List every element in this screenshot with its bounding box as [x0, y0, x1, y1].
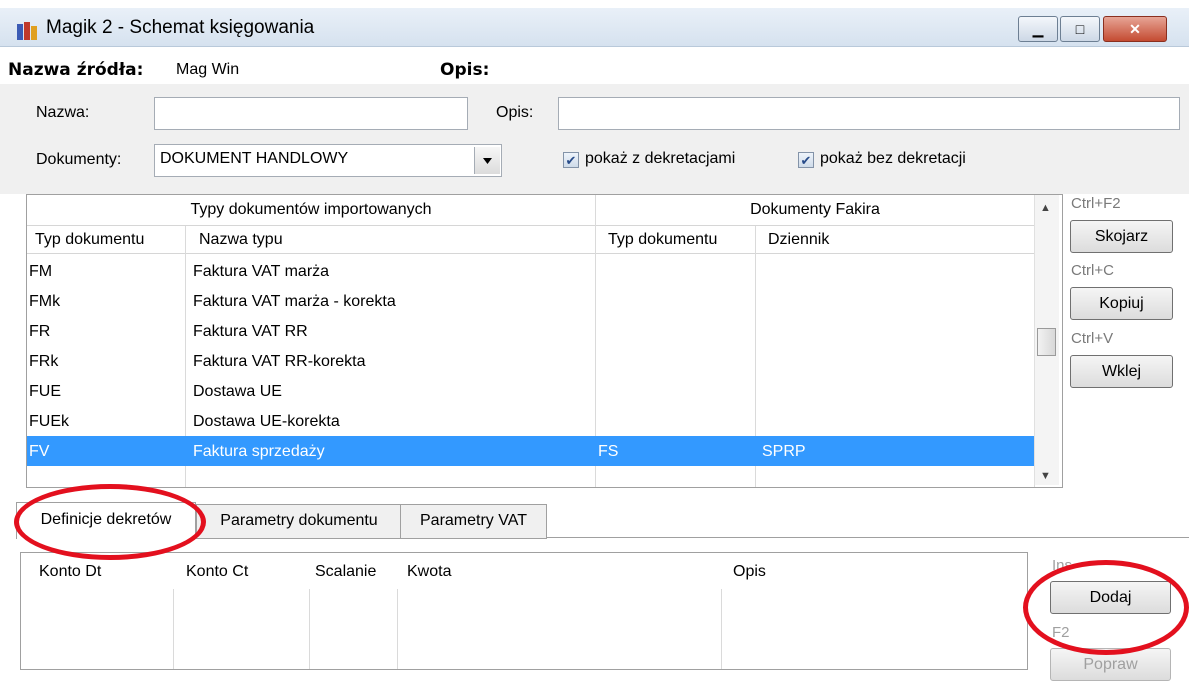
table-cell-nazwa: Faktura VAT RR — [193, 323, 308, 340]
table-cell-nazwa: Dostawa UE-korekta — [193, 413, 340, 430]
table-cell-dziennik: SPRP — [762, 443, 806, 460]
documents-label: Dokumenty: — [36, 151, 122, 168]
paste-button[interactable]: Wklej — [1070, 355, 1173, 388]
chevron-down-icon — [483, 158, 492, 164]
table-cell-typ-fakir — [596, 346, 758, 376]
show-without-decrees-checkbox[interactable]: ✔ — [798, 152, 814, 168]
column-header-fakir-doc-type[interactable]: Typ dokumentu — [596, 226, 756, 254]
description-label: Opis: — [496, 104, 534, 121]
table-cell-dziennik — [756, 406, 1040, 436]
table-row[interactable]: FUEk Dostawa UE-korekta — [27, 406, 1034, 436]
table-cell-nazwa: Faktura sprzedaży — [193, 443, 325, 460]
table-cell-dziennik — [756, 286, 1040, 316]
table-row[interactable]: FV Faktura sprzedaży FS SPRP — [27, 436, 1034, 466]
table-row[interactable]: FUE Dostawa UE — [27, 376, 1034, 406]
table-cell-dziennik — [756, 376, 1040, 406]
table-row[interactable]: FM Faktura VAT marża — [27, 256, 1034, 286]
show-without-decrees-label: pokaż bez dekretacji — [820, 150, 966, 167]
table-cell-typ-fakir: FS — [598, 443, 619, 460]
window-title: Magik 2 - Schemat księgowania — [46, 17, 315, 38]
table-cell-dziennik — [756, 256, 1040, 286]
table-cell-typ: FUE — [29, 383, 61, 400]
table-cell-typ-fakir — [596, 256, 758, 286]
table-cell-dziennik — [756, 346, 1040, 376]
table-cell-nazwa: Faktura VAT marża - korekta — [193, 293, 396, 310]
decrees-grid[interactable]: Konto Dt Konto Ct Scalanie Kwota Opis — [20, 552, 1028, 670]
name-label: Nazwa: — [36, 104, 90, 121]
table-cell-typ: FUEk — [29, 413, 69, 430]
dropdown-arrow-button[interactable] — [474, 147, 500, 174]
annotation-ellipse — [1023, 560, 1189, 655]
column-header-description[interactable]: Opis — [733, 563, 766, 581]
table-cell-typ-fakir — [596, 406, 758, 436]
minimize-button[interactable]: ▁ — [1018, 16, 1058, 42]
maximize-icon: □ — [1075, 21, 1085, 37]
column-header-account-ct[interactable]: Konto Ct — [186, 563, 248, 581]
table-cell-nazwa: Faktura VAT RR-korekta — [193, 353, 366, 370]
name-input[interactable] — [154, 97, 468, 130]
table-row[interactable]: FR Faktura VAT RR — [27, 316, 1034, 346]
associate-button[interactable]: Skojarz — [1070, 220, 1173, 253]
table-cell-typ: FV — [29, 443, 50, 460]
skojarz-shortcut: Ctrl+F2 — [1071, 195, 1121, 212]
documents-selected-value: DOKUMENT HANDLOWY — [160, 150, 349, 167]
source-name-value: Mag Win — [176, 61, 240, 78]
column-header-merge[interactable]: Scalanie — [315, 563, 376, 581]
wklej-shortcut: Ctrl+V — [1071, 330, 1114, 347]
tab-vat-parameters[interactable]: Parametry VAT — [400, 504, 547, 539]
table-cell-typ-fakir — [596, 286, 758, 316]
table-cell-typ: FRk — [29, 353, 59, 370]
copy-button[interactable]: Kopiuj — [1070, 287, 1173, 320]
scroll-up-icon[interactable]: ▲ — [1040, 202, 1051, 214]
column-divider — [721, 589, 722, 669]
table-cell-typ: FR — [29, 323, 51, 340]
table-row[interactable]: FRk Faktura VAT RR-korekta — [27, 346, 1034, 376]
table-cell-typ-fakir — [596, 376, 758, 406]
annotation-ellipse — [14, 484, 206, 560]
column-divider — [397, 589, 398, 669]
table-row[interactable]: FMk Faktura VAT marża - korekta — [27, 286, 1034, 316]
show-with-decrees-label: pokaż z dekretacjami — [585, 150, 736, 167]
table-cell-typ: FM — [29, 263, 53, 280]
column-header-account-dt[interactable]: Konto Dt — [39, 563, 101, 581]
column-divider — [309, 589, 310, 669]
table-cell-typ-fakir — [596, 316, 758, 346]
column-header-amount[interactable]: Kwota — [407, 563, 451, 581]
column-header-type-name[interactable]: Nazwa typu — [185, 226, 596, 254]
column-header-journal[interactable]: Dziennik — [756, 226, 1034, 254]
table-cell-nazwa: Faktura VAT marża — [193, 263, 330, 280]
source-description-label: Opis: — [440, 60, 490, 80]
scrollbar-thumb[interactable] — [1037, 328, 1056, 356]
close-icon: ✕ — [1129, 21, 1141, 37]
column-divider — [173, 589, 174, 669]
scroll-down-icon[interactable]: ▼ — [1040, 470, 1051, 482]
minimize-icon: ▁ — [1032, 21, 1044, 37]
source-name-label: Nazwa źródła: — [8, 60, 144, 80]
table-cell-nazwa: Dostawa UE — [193, 383, 282, 400]
tab-document-parameters[interactable]: Parametry dokumentu — [196, 504, 402, 539]
kopiuj-shortcut: Ctrl+C — [1071, 262, 1114, 279]
document-types-grid[interactable]: Typy dokumentów importowanych Dokumenty … — [26, 194, 1063, 488]
description-input[interactable] — [558, 97, 1180, 130]
close-button[interactable]: ✕ — [1103, 16, 1167, 42]
maximize-button[interactable]: □ — [1060, 16, 1100, 42]
group-header-fakir: Dokumenty Fakira — [596, 195, 1034, 226]
table-cell-typ: FMk — [29, 293, 61, 310]
show-with-decrees-checkbox[interactable]: ✔ — [563, 152, 579, 168]
app-icon — [16, 21, 38, 41]
column-header-doc-type[interactable]: Typ dokumentu — [27, 226, 185, 254]
group-header-imported: Typy dokumentów importowanych — [27, 195, 595, 226]
table-cell-dziennik — [756, 316, 1040, 346]
